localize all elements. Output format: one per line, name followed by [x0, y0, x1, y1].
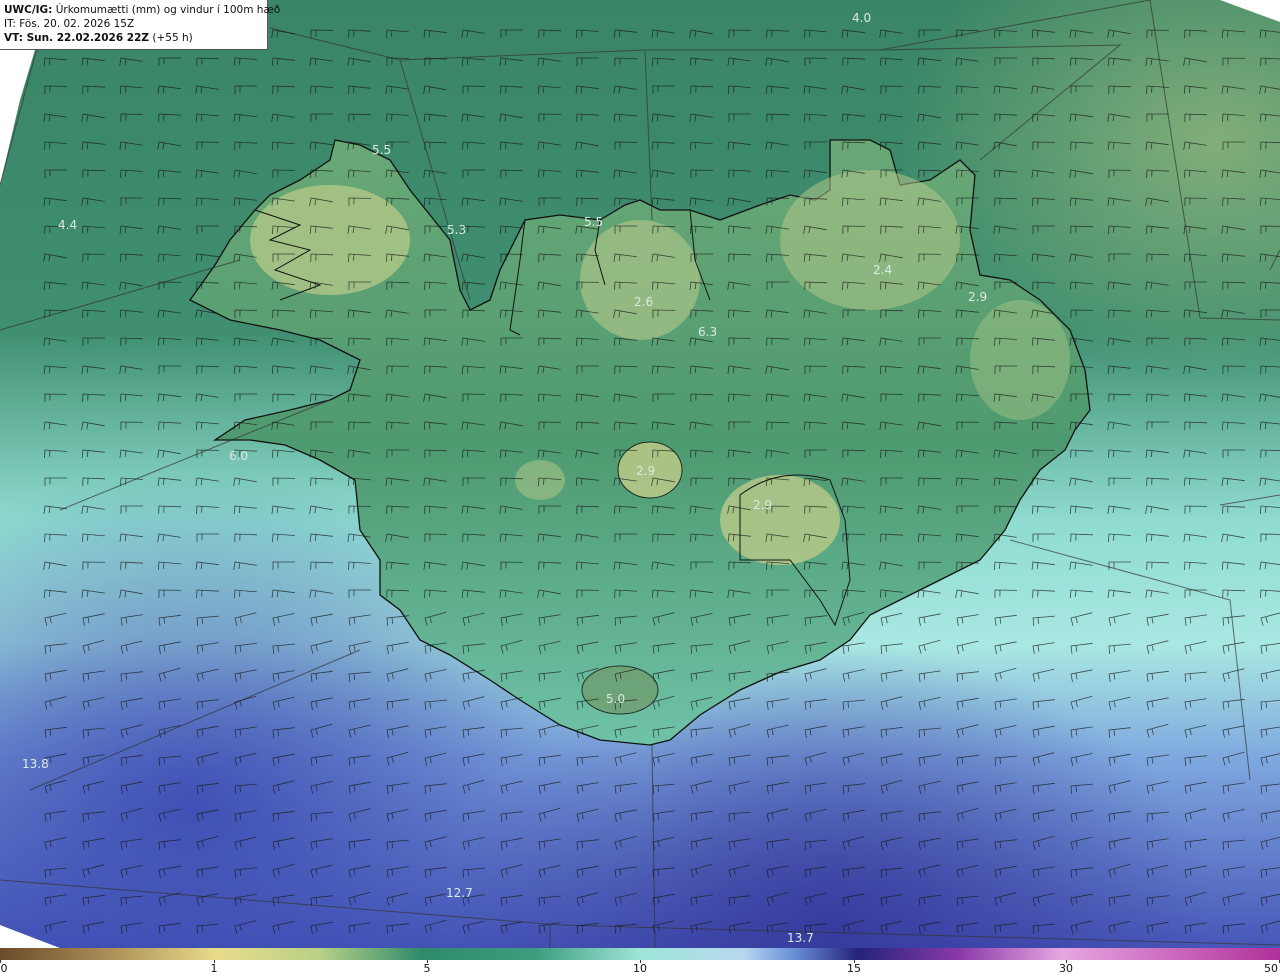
map-label: 13.7: [787, 931, 814, 945]
lead-time: (+55 h): [149, 32, 193, 44]
forecast-map: 4.0 5.5 4.4 5.3 5.5 2.4 2.9 2.6 6.3 6.0 …: [0, 0, 1280, 948]
colorbar-tick-label: 0: [0, 962, 8, 975]
valid-time-line: VT: Sun. 22.02.2026 22Z (+55 h): [4, 31, 263, 45]
model-code: UWC/IG:: [4, 4, 53, 16]
map-label: 5.0: [606, 692, 625, 706]
colorbar-tick-label: 10: [633, 962, 647, 975]
map-label: 12.7: [446, 886, 473, 900]
forecast-info-box: UWC/IG: Úrkomumætti (mm) og vindur í 100…: [0, 0, 280, 50]
map-label: 6.0: [229, 449, 248, 463]
map-label: 5.5: [372, 143, 391, 157]
colorbar-tick-label: 15: [847, 962, 861, 975]
colorbar-tick-label: 50: [1264, 962, 1278, 975]
valid-time: VT: Sun. 22.02.2026 22Z: [4, 32, 150, 44]
map-label: 6.3: [698, 325, 717, 339]
title-line: UWC/IG: Úrkomumætti (mm) og vindur í 100…: [4, 3, 280, 17]
map-label: 13.8: [22, 757, 49, 771]
map-label: 2.9: [753, 498, 772, 512]
map-label: 4.4: [58, 218, 77, 232]
map-label: 5.5: [584, 215, 603, 229]
colorbar: [0, 948, 1280, 960]
colorbar-tick-label: 5: [423, 962, 431, 975]
map-label: 4.0: [852, 11, 871, 25]
map-label: 5.3: [447, 223, 466, 237]
map-label: 2.6: [634, 295, 653, 309]
colorbar-tick-label: 30: [1059, 962, 1073, 975]
colorbar-tick-label: 1: [210, 962, 218, 975]
map-label: 2.9: [636, 464, 655, 478]
initial-time: IT: Fös. 20. 02. 2026 15Z: [4, 18, 135, 30]
map-label: 2.4: [873, 263, 892, 277]
map-label: 2.9: [968, 290, 987, 304]
field-description: Úrkomumætti (mm) og vindur í 100m hæð: [52, 4, 281, 16]
